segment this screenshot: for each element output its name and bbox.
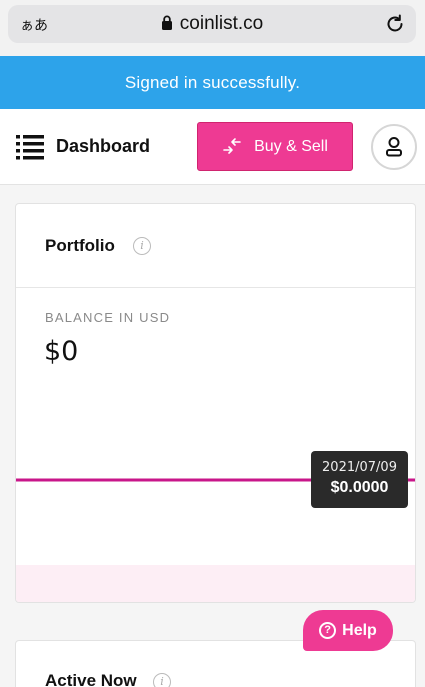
- page-title: Dashboard: [56, 136, 151, 156]
- url-display[interactable]: coinlist.co: [8, 13, 416, 35]
- portfolio-card-header: Portfolio i: [16, 204, 415, 288]
- swap-arrows-icon: [223, 137, 241, 154]
- buy-sell-label: Buy & Sell: [254, 137, 328, 155]
- lock-icon: [161, 15, 172, 30]
- buy-sell-button[interactable]: Buy & Sell: [197, 122, 353, 171]
- chart-tooltip: 2021/07/09 $0.0000: [311, 451, 408, 508]
- reload-icon[interactable]: [384, 13, 406, 35]
- info-icon[interactable]: i: [153, 673, 171, 687]
- help-icon: ?: [319, 622, 337, 639]
- app-header: Dashboard Buy & Sell: [0, 109, 425, 185]
- active-now-title: Active Now: [45, 671, 137, 687]
- portfolio-title: Portfolio: [45, 236, 115, 255]
- help-label: Help: [342, 621, 377, 639]
- url-text: coinlist.co: [179, 13, 264, 34]
- profile-button[interactable]: [371, 124, 417, 170]
- chart-baseline-area: [16, 565, 415, 602]
- portfolio-card: Portfolio i BALANCE IN USD $0: [15, 203, 416, 603]
- tooltip-value: $0.0000: [330, 479, 389, 496]
- info-icon[interactable]: i: [133, 237, 151, 255]
- address-bar[interactable]: ぁあ coinlist.co: [8, 5, 416, 43]
- balance-label: BALANCE IN USD: [45, 310, 171, 325]
- tooltip-date: 2021/07/09: [322, 460, 397, 475]
- user-icon: [386, 137, 402, 157]
- browser-toolbar: ぁあ coinlist.co: [0, 0, 425, 56]
- success-banner: Signed in successfully.: [0, 56, 425, 109]
- help-button[interactable]: ? Help: [303, 610, 393, 651]
- menu-icon[interactable]: [16, 134, 46, 160]
- balance-value: $0: [44, 336, 79, 367]
